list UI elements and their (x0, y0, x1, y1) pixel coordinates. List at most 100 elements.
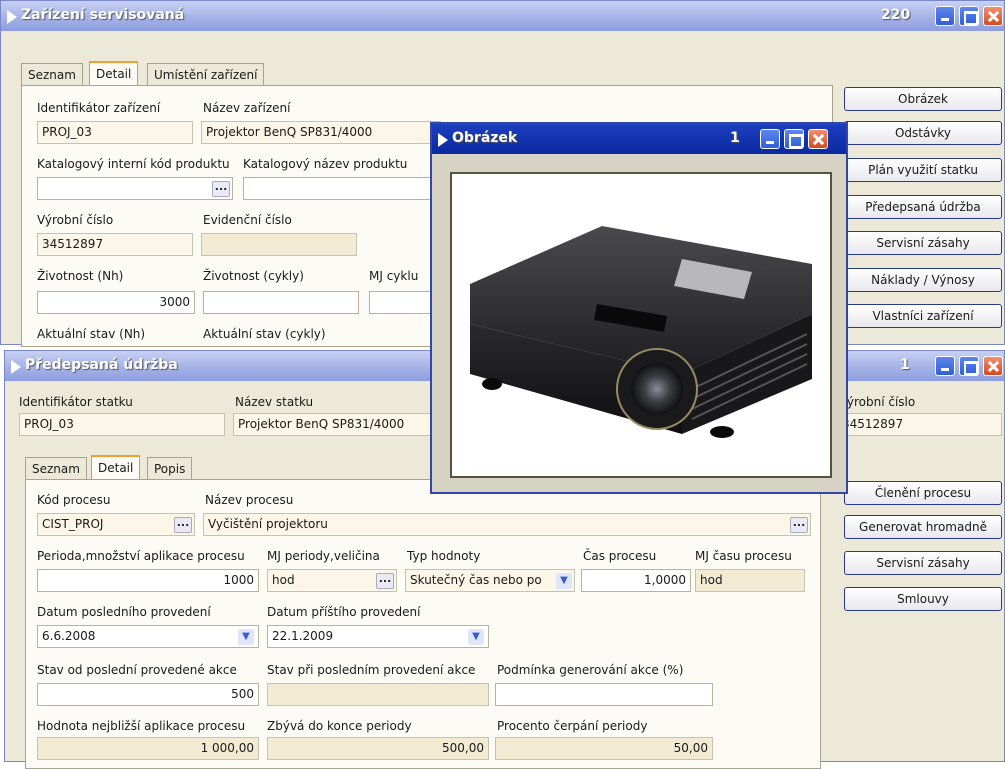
label-nazev-zarizeni: Název zařízení (203, 101, 291, 115)
close-button[interactable] (808, 129, 828, 149)
chevron-down-icon[interactable]: ▼ (556, 573, 572, 589)
mj-cyklu-field[interactable] (369, 291, 439, 314)
record-count: 1 (900, 357, 910, 373)
tab-seznam[interactable]: Seznam (21, 63, 83, 85)
nazev-zarizeni-field[interactable]: Projektor BenQ SP831/4000 (201, 121, 441, 144)
label-typ-hodnoty: Typ hodnoty (407, 549, 481, 563)
cas-procesu-field[interactable]: 1,0000 (581, 569, 691, 592)
typ-hodnoty-value: Skutečný čas nebo po (410, 573, 542, 587)
projector-photo (470, 226, 812, 438)
label-identifikator: Identifikátor zařízení (37, 101, 161, 115)
vyrobni-cislo-field[interactable]: 34512897 (837, 413, 1002, 436)
tab-seznam[interactable]: Seznam (25, 457, 87, 479)
mj-periody-value: hod (272, 573, 295, 587)
zivotnost-cykly-field[interactable] (203, 291, 359, 314)
naklady-vynosy-button[interactable]: Náklady / Výnosy (844, 268, 1002, 292)
tab-umisteni[interactable]: Umístění zařízení (147, 63, 265, 85)
kod-procesu-field[interactable]: CIST_PROJ... (37, 513, 195, 536)
mj-casu-field: hod (695, 569, 805, 592)
servisni-zasahy-button[interactable]: Servisní zásahy (844, 551, 1002, 575)
nazev-statku-field[interactable]: Projektor BenQ SP831/4000 (233, 413, 433, 436)
tab-popis[interactable]: Popis (147, 457, 193, 479)
minimize-button[interactable] (760, 129, 780, 149)
window-title: Obrázek (452, 130, 518, 146)
ellipsis-button[interactable]: ... (212, 181, 230, 197)
label-vyrobni-cislo: Výrobní číslo (839, 395, 916, 409)
close-button[interactable] (983, 356, 1003, 376)
minimize-button[interactable] (935, 6, 955, 26)
datum-pristiho-value: 22.1.2009 (272, 629, 334, 643)
maximize-button[interactable] (784, 129, 804, 149)
label-datum-posledniho: Datum posledního provedení (37, 605, 211, 619)
plan-vyuziti-button[interactable]: Plán využití statku (844, 158, 1002, 182)
hodnota-nejblizsi-field: 1 000,00 (37, 737, 259, 760)
label-kod-procesu: Kód procesu (37, 493, 111, 507)
servisni-zasahy-button[interactable]: Servisní zásahy (844, 231, 1002, 255)
maximize-button[interactable] (959, 6, 979, 26)
label-cas-procesu: Čas procesu (583, 549, 657, 563)
nazev-procesu-value: Vyčištění projektoru (208, 517, 328, 531)
minimize-button[interactable] (935, 356, 955, 376)
stav-od-posledni-field[interactable]: 500 (37, 683, 259, 706)
label-zbyva-do-konce: Zbývá do konce periody (267, 719, 412, 733)
label-hodnota-nejblizsi: Hodnota nejbližší aplikace procesu (37, 719, 246, 733)
ellipsis-button[interactable]: ... (174, 517, 192, 533)
mj-periody-field[interactable]: hod... (267, 569, 397, 592)
label-evidencni-cislo: Evidenční číslo (203, 213, 292, 227)
title-bar[interactable]: Obrázek 1 (432, 124, 846, 154)
close-button[interactable] (983, 6, 1003, 26)
label-stav-od-posledni: Stav od poslední provedené akce (37, 663, 237, 677)
label-nazev-procesu: Název procesu (205, 493, 294, 507)
image-frame (450, 172, 832, 478)
ellipsis-button[interactable]: ... (790, 517, 808, 533)
record-count: 1 (730, 130, 740, 146)
odstavky-button[interactable]: Odstávky (844, 121, 1002, 145)
procento-cerpani-field: 50,00 (495, 737, 713, 760)
title-bar[interactable]: Zařízení servisovaná 220 (1, 1, 1004, 31)
label-procento-cerpani: Procento čerpání periody (497, 719, 648, 733)
katalogovy-nazev-field[interactable] (243, 177, 443, 200)
label-katalogovy-kod: Katalogový interní kód produktu (37, 157, 230, 171)
label-katalogovy-nazev: Katalogový název produktu (243, 157, 408, 171)
record-count: 220 (881, 7, 911, 23)
perioda-field[interactable]: 1000 (37, 569, 259, 592)
tab-detail[interactable]: Detail (89, 61, 139, 85)
cleneni-procesu-button[interactable]: Členění procesu (844, 481, 1002, 505)
stav-pri-poslednim-field (267, 683, 489, 706)
zivotnost-nh-field[interactable]: 3000 (37, 291, 195, 314)
maximize-button[interactable] (959, 356, 979, 376)
obrazek-button[interactable]: Obrázek (844, 87, 1002, 111)
identifikator-statku-field[interactable]: PROJ_03 (19, 413, 225, 436)
label-aktualni-cykly: Aktuální stav (cykly) (203, 327, 326, 341)
vyrobni-cislo-field[interactable]: 34512897 (37, 233, 193, 256)
label-datum-pristiho: Datum příštího provedení (267, 605, 421, 619)
label-zivotnost-nh: Životnost (Nh) (37, 269, 124, 283)
window-obrazek: Obrázek 1 (430, 122, 848, 494)
label-perioda: Perioda,množství aplikace procesu (37, 549, 245, 563)
label-mj-cyklu: MJ cyklu (369, 269, 419, 283)
label-zivotnost-cykly: Životnost (cykly) (203, 269, 304, 283)
chevron-down-icon[interactable]: ▼ (468, 629, 484, 645)
smlouvy-button[interactable]: Smlouvy (844, 587, 1002, 611)
label-nazev-statku: Název statku (235, 395, 314, 409)
datum-posledniho-value: 6.6.2008 (42, 629, 96, 643)
katalogovy-kod-field[interactable]: ... (37, 177, 233, 200)
vlastnici-button[interactable]: Vlastníci zařízení (844, 304, 1002, 328)
podminka-generovani-field[interactable] (495, 683, 713, 706)
evidencni-cislo-field (201, 233, 357, 256)
datum-pristiho-field[interactable]: 22.1.2009 ▼ (267, 625, 489, 648)
predepsana-udrzba-button[interactable]: Předepsaná údržba (844, 195, 1002, 219)
window-arrow-icon (438, 133, 448, 147)
identifikator-field[interactable]: PROJ_03 (37, 121, 193, 144)
label-stav-pri-poslednim: Stav při posledním provedení akce (267, 663, 476, 677)
window-title: Předepsaná údržba (25, 357, 178, 373)
datum-posledniho-field[interactable]: 6.6.2008 ▼ (37, 625, 259, 648)
kod-procesu-value: CIST_PROJ (42, 517, 104, 531)
chevron-down-icon[interactable]: ▼ (238, 629, 254, 645)
tab-detail[interactable]: Detail (91, 455, 141, 479)
typ-hodnoty-select[interactable]: Skutečný čas nebo po ▼ (405, 569, 575, 592)
generovat-hromadne-button[interactable]: Generovat hromadně (844, 515, 1002, 539)
ellipsis-button[interactable]: ... (376, 573, 394, 589)
nazev-procesu-field[interactable]: Vyčištění projektoru... (203, 513, 811, 536)
window-arrow-icon (7, 10, 17, 24)
